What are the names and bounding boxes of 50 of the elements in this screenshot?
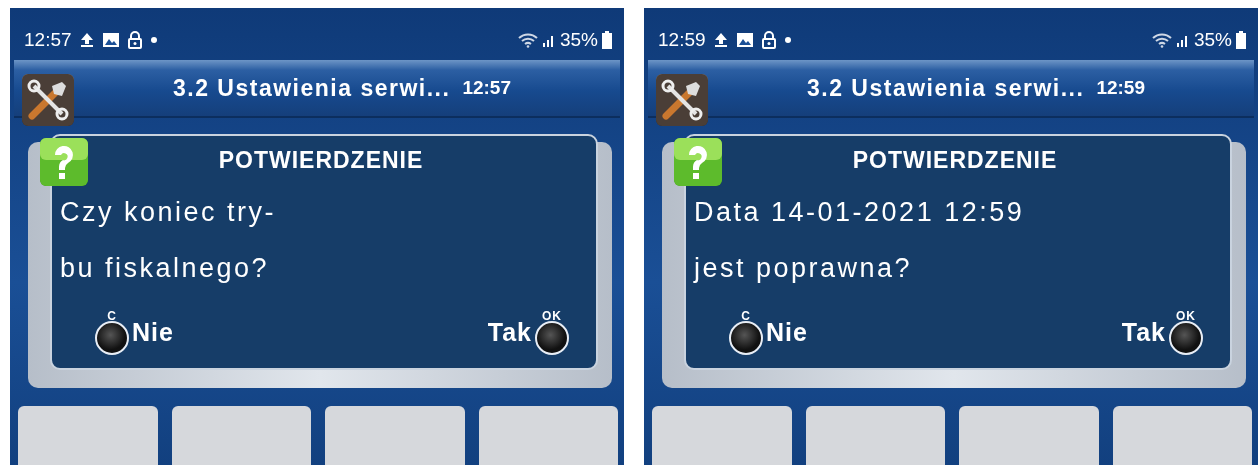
- message-line: jest poprawna?: [694, 251, 914, 285]
- soft-key[interactable]: [325, 406, 465, 465]
- soft-key[interactable]: [805, 406, 945, 465]
- screen-title: 3.2 Ustawienia serwi...: [173, 74, 451, 102]
- yes-button[interactable]: Tak OK: [1121, 309, 1204, 355]
- header-time: 12:59: [1096, 77, 1145, 99]
- soft-key[interactable]: [959, 406, 1099, 465]
- key-label: C: [106, 309, 118, 323]
- battery-icon: [602, 31, 612, 49]
- key-icon: [95, 321, 129, 355]
- dialog-title: POTWIERDZENIE: [852, 145, 1058, 175]
- image-icon: [735, 32, 754, 48]
- dialog-title: POTWIERDZENIE: [218, 145, 424, 175]
- battery-percent: 35%: [1193, 29, 1232, 51]
- soft-key[interactable]: [1112, 406, 1252, 465]
- key-icon: [1169, 321, 1203, 355]
- wifi-icon: [517, 32, 538, 48]
- soft-key[interactable]: [652, 406, 792, 465]
- status-time: 12:57: [24, 29, 72, 51]
- key-label: OK: [1175, 309, 1197, 323]
- image-icon: [101, 32, 120, 48]
- key-icon: [729, 321, 763, 355]
- tools-icon: [22, 74, 74, 126]
- soft-key[interactable]: [478, 406, 618, 465]
- header-time: 12:57: [462, 77, 511, 99]
- message-line: Data 14-01-2021 12:59: [694, 195, 1026, 229]
- key-icon: [535, 321, 569, 355]
- no-button[interactable]: C Nie: [94, 309, 174, 355]
- dot-icon: [783, 36, 792, 44]
- tools-icon: [656, 74, 708, 126]
- lock-icon: [761, 31, 776, 49]
- question-icon: [40, 138, 88, 186]
- status-time: 12:59: [658, 29, 706, 51]
- dot-icon: [149, 36, 158, 44]
- message-line: bu fiskalnego?: [60, 251, 271, 285]
- yes-button[interactable]: Tak OK: [487, 309, 570, 355]
- soft-key[interactable]: [171, 406, 311, 465]
- message-line: Czy koniec try-: [60, 195, 278, 229]
- wifi-icon: [1151, 32, 1172, 48]
- battery-percent: 35%: [559, 29, 598, 51]
- key-label: C: [740, 309, 752, 323]
- key-label: OK: [541, 309, 563, 323]
- screen-title: 3.2 Ustawienia serwi...: [807, 74, 1085, 102]
- upload-icon: [79, 32, 94, 48]
- lock-icon: [127, 31, 142, 49]
- upload-icon: [713, 32, 728, 48]
- question-icon: [674, 138, 722, 186]
- soft-key[interactable]: [18, 406, 158, 465]
- no-button[interactable]: C Nie: [728, 309, 808, 355]
- battery-icon: [1236, 31, 1246, 49]
